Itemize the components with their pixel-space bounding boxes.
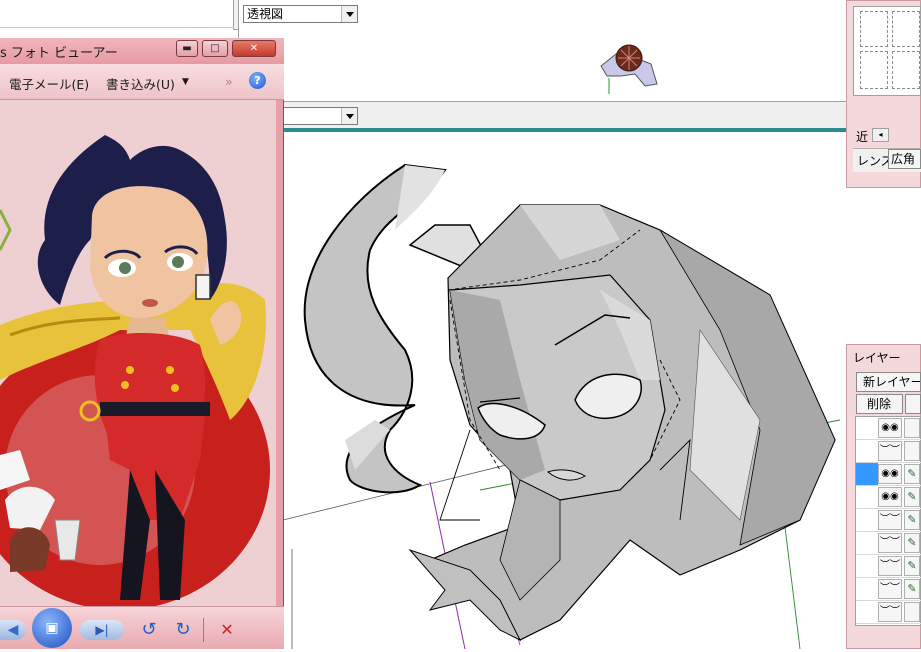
close-button[interactable]: ✕ <box>232 40 276 57</box>
model-head-render <box>282 163 841 650</box>
layer-row[interactable]: ◉◉ ✎ <box>856 463 921 486</box>
layer-select-cell[interactable] <box>856 463 878 485</box>
layer-list[interactable]: ◉◉ ︶︶ ◉◉ ✎ ◉◉ ✎ ︶︶ ✎ ︶︶ ✎ ︶︶ ✎ ︶︶ ✎ ︶︶ <box>855 416 921 626</box>
layer-select-cell[interactable] <box>856 440 878 462</box>
layer-select-cell[interactable] <box>856 532 878 554</box>
perspective-viewport[interactable] <box>282 132 846 650</box>
layer-row[interactable]: ︶︶ ✎ <box>856 532 921 555</box>
layer-panel-title: レイヤー <box>853 351 901 365</box>
new-layer-button[interactable]: 新レイヤー <box>856 372 921 392</box>
grid-cell <box>860 51 888 89</box>
delete-icon[interactable]: ✕ <box>216 618 238 642</box>
layer-row[interactable]: ◉◉ <box>856 417 921 440</box>
view-type-value: 透視図 <box>247 7 284 21</box>
edit-toggle[interactable] <box>904 602 920 622</box>
overflow-icon[interactable]: » <box>225 74 233 89</box>
previous-button[interactable]: ◀ <box>0 620 26 640</box>
viewport-select[interactable] <box>283 107 358 125</box>
layer-select-cell[interactable] <box>856 555 878 577</box>
layer-row[interactable]: ︶︶ <box>856 601 921 624</box>
pencil-icon[interactable]: ✎ <box>904 487 920 507</box>
scroll-left-button[interactable]: ◂ <box>872 128 889 142</box>
eye-open-icon[interactable]: ◉◉ <box>878 418 902 438</box>
layer-row[interactable]: ︶︶ <box>856 440 921 463</box>
grid-cell <box>892 51 920 89</box>
minimize-button[interactable]: ▬ <box>176 40 198 57</box>
eye-open-icon[interactable]: ◉◉ <box>878 464 902 484</box>
layer-select-cell[interactable] <box>856 417 878 439</box>
left-panel-divider <box>0 27 234 28</box>
edit-toggle[interactable] <box>904 441 920 461</box>
help-icon[interactable]: ? <box>249 72 266 89</box>
grid-cell <box>860 11 888 47</box>
delete-layer-button[interactable]: 削除 <box>856 394 903 414</box>
view-type-select[interactable]: 透視図 <box>243 5 358 23</box>
pencil-icon[interactable]: ✎ <box>904 556 920 576</box>
eye-open-icon[interactable]: ◉◉ <box>878 487 902 507</box>
slideshow-button[interactable]: ▣ <box>32 608 72 648</box>
eye-closed-icon[interactable]: ︶︶ <box>878 510 902 530</box>
eye-closed-icon[interactable]: ︶︶ <box>878 579 902 599</box>
toolbar-divider <box>203 618 204 642</box>
eye-closed-icon[interactable]: ︶︶ <box>878 556 902 576</box>
photo-image <box>0 100 276 606</box>
grid-cell <box>892 11 920 47</box>
pencil-icon[interactable]: ✎ <box>904 464 920 484</box>
layer-select-cell[interactable] <box>856 509 878 531</box>
chevron-down-icon[interactable]: ▼ <box>182 77 189 87</box>
edit-toggle[interactable] <box>904 418 920 438</box>
layer-select-cell[interactable] <box>856 486 878 508</box>
chevron-down-icon[interactable] <box>341 6 357 22</box>
maximize-button[interactable]: □ <box>202 40 228 57</box>
rotate-cw-icon[interactable]: ↻ <box>172 618 194 642</box>
next-button[interactable]: ▶| <box>80 620 124 640</box>
eye-closed-icon[interactable]: ︶︶ <box>878 441 902 461</box>
layer-row[interactable]: ︶︶ ✎ <box>856 509 921 532</box>
left-panel-top <box>0 0 234 30</box>
menu-email[interactable]: 電子メール(E) <box>9 74 89 93</box>
near-label: 近 <box>856 130 869 144</box>
pencil-icon[interactable]: ✎ <box>904 533 920 553</box>
chibi-character-photo <box>0 100 276 606</box>
menu-burn[interactable]: 書き込み(U) <box>106 74 175 93</box>
thumbnail-model <box>600 44 658 94</box>
pencil-icon[interactable]: ✎ <box>904 510 920 530</box>
chevron-down-icon[interactable] <box>341 108 357 124</box>
layer-row[interactable]: ◉◉ ✎ <box>856 486 921 509</box>
layer-extra-button[interactable] <box>905 394 921 414</box>
photo-viewer-title: s フォト ビューアー <box>0 46 118 61</box>
layer-row[interactable]: ︶︶ ✎ <box>856 555 921 578</box>
rotate-ccw-icon[interactable]: ↺ <box>138 618 160 642</box>
camera-preview-grid[interactable] <box>853 6 921 96</box>
wide-angle-button[interactable]: 広角 <box>888 149 921 169</box>
layer-row[interactable]: ︶︶ ✎ <box>856 578 921 601</box>
pencil-icon[interactable]: ✎ <box>904 579 920 599</box>
eye-closed-icon[interactable]: ︶︶ <box>878 533 902 553</box>
layer-select-cell[interactable] <box>856 578 878 600</box>
eye-closed-icon[interactable]: ︶︶ <box>878 602 902 622</box>
layer-select-cell[interactable] <box>856 601 878 623</box>
viewport-toolbar <box>283 102 848 128</box>
